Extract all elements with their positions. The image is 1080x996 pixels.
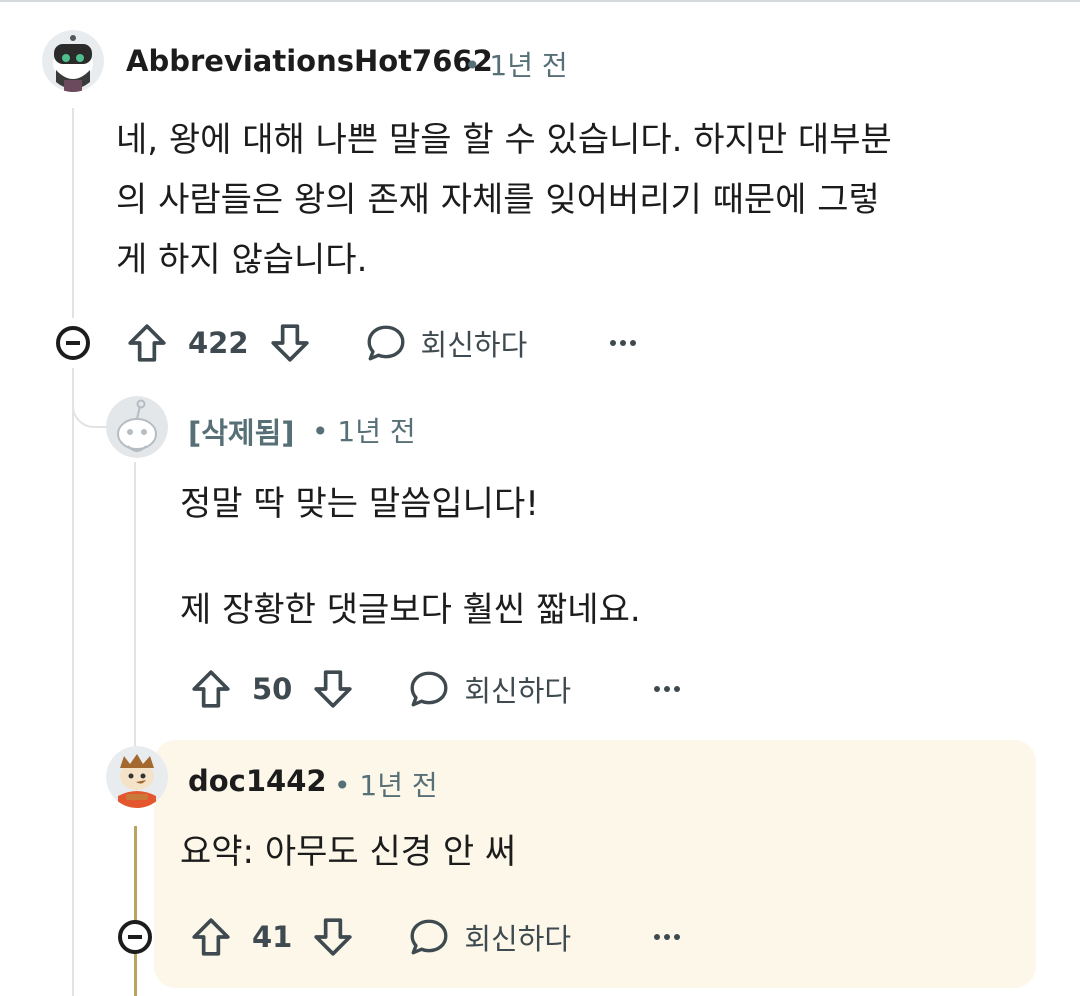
more-icon[interactable]: [654, 686, 680, 692]
downvote-icon[interactable]: [269, 322, 311, 364]
comment-timestamp: • 1년 전: [464, 49, 568, 82]
comment-author[interactable]: doc1442: [188, 764, 327, 798]
comment-actions: 41 회신하다: [190, 912, 571, 962]
comment-author: [삭제됨]: [188, 416, 295, 450]
comment-icon[interactable]: [365, 322, 407, 364]
comment-author[interactable]: AbbreviationsHot7662: [126, 44, 493, 78]
vote-count: 422: [188, 326, 249, 360]
comment-body-line: 제 장황한 댓글보다 훨씬 짧네요.: [180, 590, 641, 630]
comment-body-line: 의 사람들은 왕의 존재 자체를 잊어버리기 때문에 그렇: [116, 180, 880, 220]
comment-icon[interactable]: [408, 916, 450, 958]
reply-connector-1: [72, 376, 106, 428]
vote-count: 50: [252, 672, 293, 706]
collapse-icon[interactable]: [56, 326, 90, 360]
avatar[interactable]: [106, 396, 168, 458]
avatar[interactable]: [106, 746, 168, 808]
thread-line-1: [72, 108, 74, 318]
comment-body-line: 정말 딱 맞는 말씀입니다!: [180, 484, 539, 524]
more-icon[interactable]: [654, 934, 680, 940]
comment-body: 네, 왕에 대해 나쁜 말을 할 수 있습니다. 하지만 대부분 의 사람들은 …: [116, 110, 892, 290]
top-divider: [0, 0, 1080, 2]
thread-line-2: [134, 462, 136, 752]
collapse-icon[interactable]: [118, 920, 152, 954]
comment-timestamp: • 1년 전: [312, 415, 416, 448]
downvote-icon[interactable]: [312, 668, 354, 710]
reply-button[interactable]: 회신하다: [421, 322, 528, 364]
thread-line-1b: [72, 368, 74, 996]
comment-body-line: 요약: 아무도 신경 안 써: [180, 832, 517, 872]
comment-actions: 50 회신하다: [190, 664, 571, 714]
comment-body-line: 게 하지 않습니다.: [116, 240, 368, 280]
upvote-icon[interactable]: [190, 916, 232, 958]
comment-icon[interactable]: [408, 668, 450, 710]
downvote-icon[interactable]: [312, 916, 354, 958]
more-icon[interactable]: [610, 340, 636, 346]
comment-body: 요약: 아무도 신경 안 써: [180, 822, 516, 882]
upvote-icon[interactable]: [190, 668, 232, 710]
comment-actions: 422 회신하다: [126, 318, 527, 368]
highlight-thread-line: [134, 826, 137, 996]
vote-count: 41: [252, 920, 293, 954]
avatar[interactable]: [42, 30, 104, 92]
comment-timestamp: • 1년 전: [334, 769, 438, 802]
comment-body: 정말 딱 맞는 말씀입니다! 제 장황한 댓글보다 훨씬 짧네요.: [180, 474, 641, 640]
reply-button[interactable]: 회신하다: [464, 916, 571, 958]
upvote-icon[interactable]: [126, 322, 168, 364]
comment-body-line: 네, 왕에 대해 나쁜 말을 할 수 있습니다. 하지만 대부분: [116, 120, 892, 160]
reply-button[interactable]: 회신하다: [464, 668, 571, 710]
